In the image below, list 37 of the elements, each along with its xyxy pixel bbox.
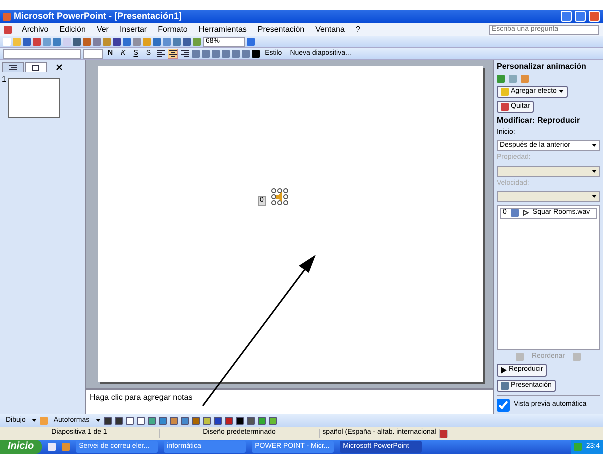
checkbox[interactable] [497,399,510,412]
menu-item[interactable]: Archivo [21,24,50,34]
slide-number: 1 [2,75,6,86]
font-size-field[interactable] [83,48,103,58]
menu-item[interactable]: Insertar [118,24,148,34]
menu-item[interactable]: Edición [58,24,87,34]
minimize-button[interactable] [561,11,572,22]
menu-item[interactable]: Ver [96,24,110,34]
window-title: Microsoft PowerPoint - [Presentación1] [14,11,184,22]
outline-icon [9,64,17,70]
play-icon [501,366,507,374]
tray-icon [574,443,582,451]
caret-icon[interactable] [558,90,564,94]
close-icon[interactable] [56,64,63,71]
outline-tab[interactable] [2,62,24,72]
start-button[interactable]: Inicio [0,440,42,454]
align-right-icon[interactable] [180,48,190,58]
align-left-icon[interactable] [156,48,166,58]
caret-icon[interactable] [32,419,37,422]
font-name-field[interactable] [3,48,81,58]
section-heading: Modificar: Reproducir [497,116,582,126]
align-center-icon[interactable] [168,48,178,58]
caret-icon[interactable] [96,419,101,422]
sound-play-icon [522,210,529,216]
caret-icon[interactable] [592,144,597,148]
sound-icon[interactable] [272,188,288,206]
slide-icon [32,64,40,70]
menu-item[interactable]: Formato [157,24,189,34]
slide-thumbnail[interactable] [8,78,60,118]
menu-item[interactable]: Herramientas [198,24,248,34]
menu-item[interactable]: ? [354,24,362,34]
slides-tab[interactable] [25,62,47,72]
task-pane-title: Personalizar animación [497,62,588,72]
menu-item[interactable]: Ventana [314,24,346,34]
menu-item[interactable]: Presentación [256,24,306,34]
close-button[interactable] [589,11,600,22]
restore-button[interactable] [575,11,586,22]
